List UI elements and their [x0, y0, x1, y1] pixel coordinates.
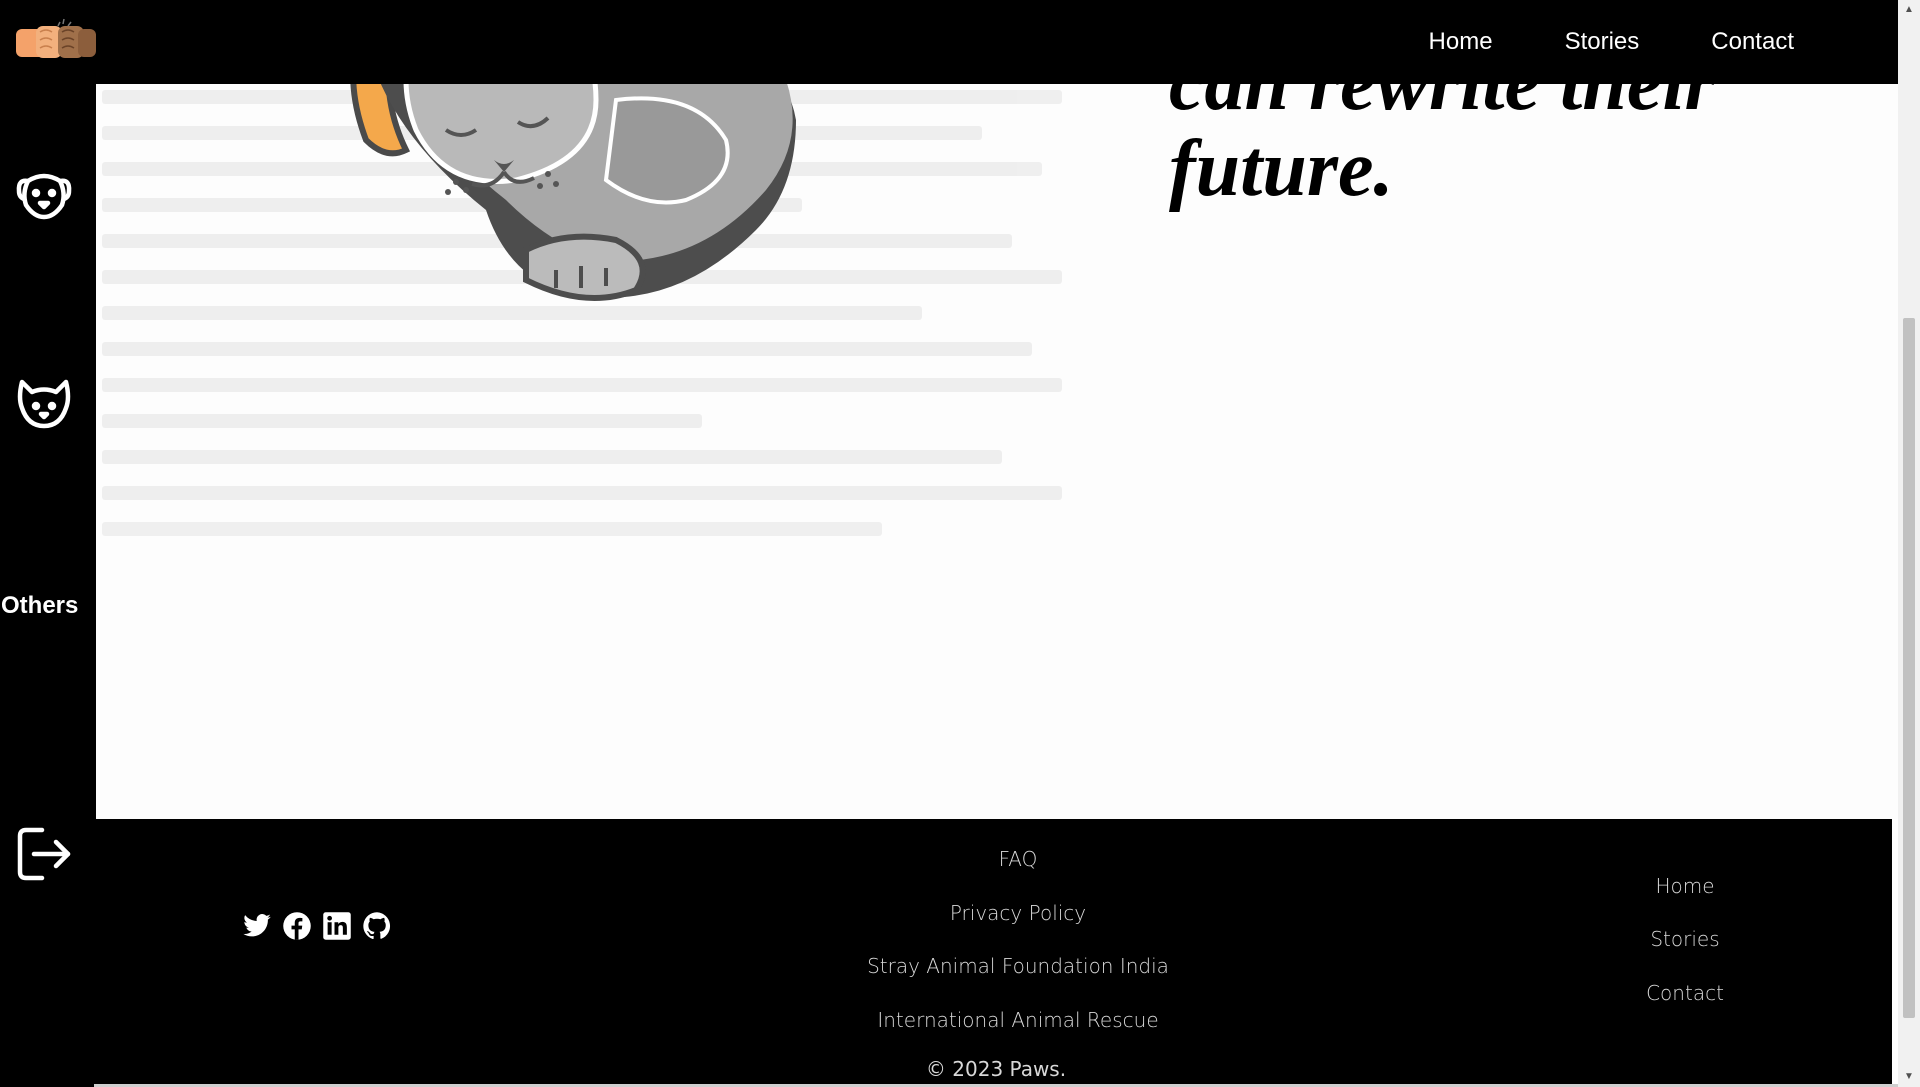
footer-home-link[interactable]: Home — [1655, 874, 1714, 898]
top-navbar: Home Stories Contact — [0, 0, 1898, 84]
nav-stories-link[interactable]: Stories — [1565, 28, 1640, 56]
left-sidebar: Others — [0, 84, 94, 1087]
github-icon[interactable] — [362, 911, 392, 941]
site-footer: FAQ Privacy Policy Stray Animal Foundati… — [96, 819, 1892, 1084]
footer-stories-link[interactable]: Stories — [1650, 927, 1719, 951]
copyright-text: © 2023 Paws. — [925, 1057, 1067, 1081]
scroll-down-arrow-icon[interactable]: ▼ — [1898, 1067, 1920, 1087]
linkedin-icon[interactable] — [322, 911, 352, 941]
paw-fist-bump-logo[interactable] — [14, 12, 98, 64]
dog-face-icon[interactable] — [14, 163, 74, 223]
footer-faq-link[interactable]: FAQ — [999, 847, 1038, 871]
facebook-icon[interactable] — [282, 911, 312, 941]
social-links — [242, 911, 392, 941]
scroll-up-arrow-icon[interactable]: ▲ — [1898, 0, 1920, 20]
tagline-line-2: future. — [1169, 125, 1394, 213]
sidebar-others-label[interactable]: Others — [1, 592, 78, 620]
main-content: can rewrite their future. — [94, 0, 1898, 819]
scrollbar-thumb[interactable] — [1903, 318, 1915, 1018]
vertical-scrollbar[interactable]: ▲ ▼ — [1898, 0, 1920, 1087]
twitter-icon[interactable] — [242, 911, 272, 941]
footer-privacy-policy-link[interactable]: Privacy Policy — [950, 901, 1086, 925]
top-nav-links: Home Stories Contact — [1429, 0, 1794, 84]
footer-stray-animal-foundation-link[interactable]: Stray Animal Foundation India — [867, 954, 1169, 978]
footer-contact-link[interactable]: Contact — [1646, 981, 1724, 1005]
nav-contact-link[interactable]: Contact — [1711, 28, 1794, 56]
cat-face-icon[interactable] — [14, 374, 74, 434]
logout-icon[interactable] — [14, 824, 74, 884]
nav-home-link[interactable]: Home — [1429, 28, 1493, 56]
footer-international-animal-rescue-link[interactable]: International Animal Rescue — [877, 1008, 1158, 1032]
